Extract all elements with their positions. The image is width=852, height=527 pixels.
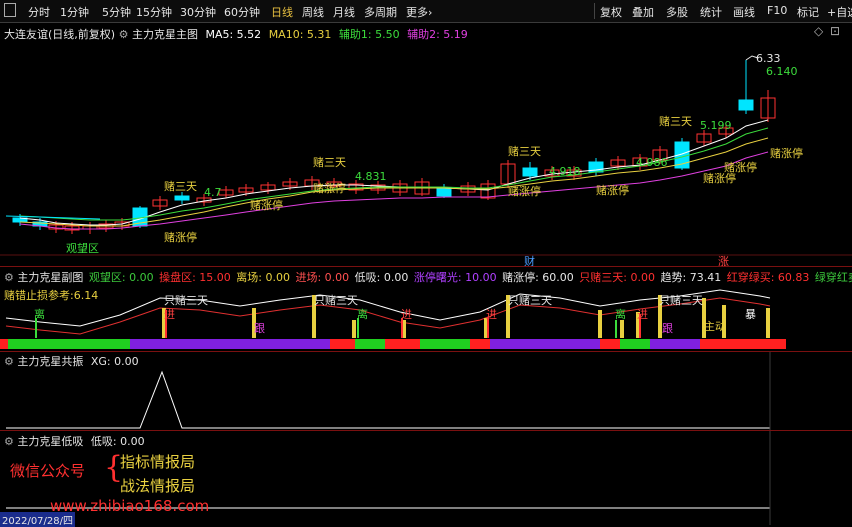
price-label: 4.986: [636, 156, 668, 169]
gamble-limit-label: 赌涨停: [508, 185, 541, 198]
gamble-limit-label: 赌涨停: [164, 231, 197, 244]
active-marker: 主动: [704, 320, 726, 333]
signal-bar: [598, 310, 602, 338]
zone-segment: [490, 339, 600, 349]
sub1-metric: 观望区: 0.00: [88, 271, 154, 284]
sub1-metric: 趋势: 73.41: [657, 271, 722, 284]
panel-divider: [0, 351, 852, 352]
gamble3-label: 赌三天: [659, 115, 692, 128]
zone-segment: [470, 339, 490, 349]
price-label: 5.199: [700, 119, 732, 132]
watermark-line2: 战法情报局: [120, 477, 196, 495]
sub2-xg-value: XG: 0.00: [90, 355, 139, 368]
zone-segment: [355, 339, 385, 349]
ma10-line: [19, 137, 769, 227]
zone-segment: [330, 339, 355, 349]
enter-marker: 进: [486, 308, 497, 321]
zone-segment: [420, 339, 470, 349]
sub2-title-bar: ⚙ 主力克星共振 XG: 0.00: [4, 353, 139, 369]
stoploss-label: 赌错止损参考:6.14: [4, 289, 99, 302]
sub2-indicator-name[interactable]: 主力克星共振: [17, 355, 83, 368]
xg-line: [6, 370, 770, 429]
leave-marker: 离: [357, 308, 368, 321]
sub1-white-line: [5, 289, 771, 327]
zone-segment: [160, 339, 240, 349]
follow-marker: 跟: [662, 322, 673, 335]
gamble-limit-label: 赌涨停: [724, 161, 757, 174]
zone-segment: [0, 339, 8, 349]
sub1-metric: 低吸: 0.00: [351, 271, 409, 284]
sub1-metric: 进场: 0.00: [291, 271, 350, 284]
sub1-metric: 赌涨停: 60.00: [498, 271, 574, 284]
sub1-metric: 红穿绿买: 60.83: [723, 271, 810, 284]
signal-bar: [352, 320, 356, 338]
gamble-limit-label: 赌涨停: [313, 182, 346, 195]
price-label: 4.918: [549, 165, 581, 178]
ma5-line: [19, 119, 769, 226]
follow-marker: 跟: [254, 322, 265, 335]
zone-segment: [130, 339, 160, 349]
enter-marker: 进: [637, 308, 648, 321]
watch-zone-label: 观望区: [66, 242, 99, 255]
gamble3-label: 赌三天: [508, 145, 541, 158]
sub1-gamble3: 只赌三天: [659, 294, 703, 307]
zone-segment: [650, 339, 700, 349]
sub3-indicator-name[interactable]: 主力克星低吸: [17, 435, 83, 448]
gamble-limit-label: 赌涨停: [596, 184, 629, 197]
sub1-title-bar: ⚙ 主力克星副图 观望区: 0.00 操盘区: 15.00 离场: 0.00 进…: [4, 269, 852, 285]
enter-marker: 进: [164, 308, 175, 321]
sub1-metrics: 观望区: 0.00 操盘区: 15.00 离场: 0.00 进场: 0.00 低…: [87, 271, 852, 284]
sub1-red-line: [5, 297, 771, 335]
sub1-gamble3: 只赌三天: [508, 294, 552, 307]
sub1-indicator-name[interactable]: 主力克星副图: [17, 271, 83, 284]
sub3-settings-icon[interactable]: ⚙: [4, 435, 14, 448]
candle-body: [174, 195, 190, 201]
surge-marker: 暴: [745, 308, 756, 321]
zone-segment: [30, 339, 130, 349]
aux1-line: [19, 127, 769, 221]
zone-segment: [700, 339, 786, 349]
sub1-metric: 绿穿红卖: 6: [814, 271, 852, 284]
price-last-label: 6.140: [766, 65, 798, 78]
signal-bar: [766, 308, 770, 338]
sub3-dixi-value: 低吸: 0.00: [90, 435, 145, 448]
zone-segment: [8, 339, 30, 349]
leave-marker: 离: [615, 308, 626, 321]
candle-body: [436, 187, 452, 197]
price-high-label: 6.33: [756, 52, 781, 65]
watermark-line1: 指标情报局: [120, 453, 196, 471]
gamble3-label: 赌三天: [313, 156, 346, 169]
zone-segment: [600, 339, 620, 349]
gamble-limit-label: 赌涨停: [250, 199, 283, 212]
leave-marker: 离: [34, 308, 45, 321]
sub2-settings-icon[interactable]: ⚙: [4, 355, 14, 368]
sub1-settings-icon[interactable]: ⚙: [4, 271, 14, 284]
enter-marker: 进: [401, 308, 412, 321]
price-label: 4.831: [355, 170, 387, 183]
zone-segment: [240, 339, 330, 349]
panel-divider: [0, 430, 852, 431]
sub3-title-bar: ⚙ 主力克星低吸 低吸: 0.00: [4, 433, 145, 449]
gamble-limit-label: 赌涨停: [770, 147, 803, 160]
gamble3-label: 赌三天: [164, 180, 197, 193]
sub1-metric: 离场: 0.00: [232, 271, 290, 284]
candle-body: [522, 167, 538, 177]
signal-bar: [620, 320, 624, 338]
panel-divider: [0, 266, 852, 267]
candle-body: [738, 99, 754, 111]
price-label: 4.7: [204, 186, 222, 199]
wechat-label: 微信公众号: [10, 462, 86, 480]
sub1-gamble3: 只赌三天: [314, 294, 358, 307]
sub1-metric: 操盘区: 15.00: [155, 271, 231, 284]
sub1-metric: 只赌三天: 0.00: [575, 271, 655, 284]
zone-segment: [385, 339, 420, 349]
sub1-metric: 涨停曙光: 10.00: [410, 271, 497, 284]
zone-segment: [620, 339, 650, 349]
